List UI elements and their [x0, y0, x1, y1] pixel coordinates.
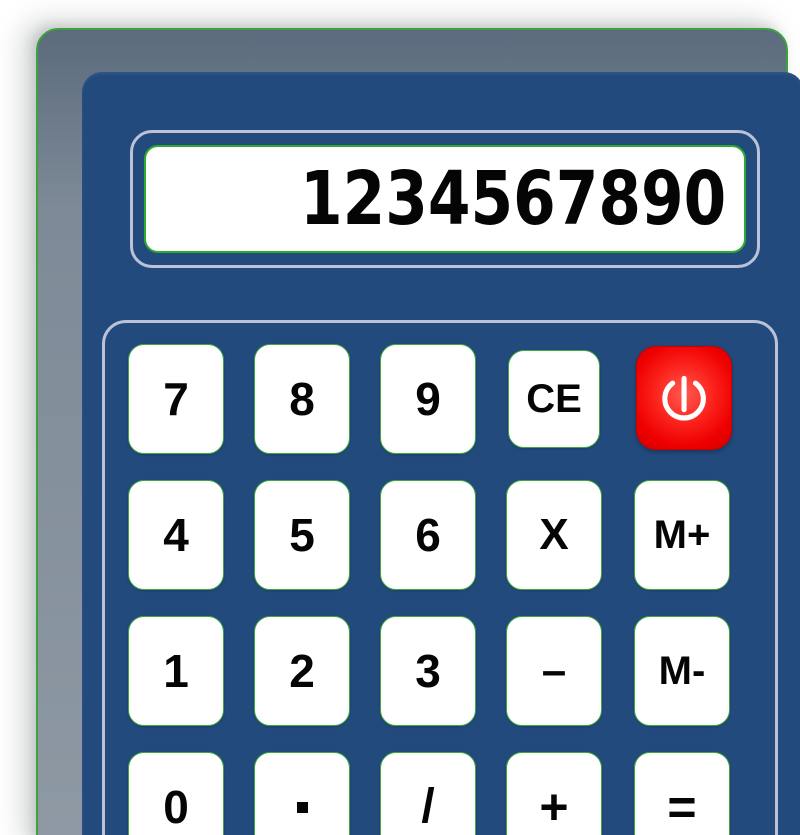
keypad-row: 0 / + = — [128, 752, 748, 835]
key-label: 6 — [415, 509, 441, 561]
key-label: – — [541, 646, 567, 695]
key-label: / — [421, 780, 435, 833]
key-3[interactable]: 3 — [380, 616, 476, 726]
key-label: 8 — [289, 373, 315, 425]
key-label: M- — [658, 649, 706, 693]
key-label: 1 — [163, 645, 189, 697]
key-label: = — [667, 779, 697, 835]
key-label: 0 — [163, 781, 189, 833]
keypad-row: 4 5 6 X M+ — [128, 480, 748, 590]
key-label: + — [539, 779, 569, 835]
key-label: CE — [526, 377, 582, 421]
key-clear-entry[interactable]: CE — [508, 350, 600, 448]
key-memory-subtract[interactable]: M- — [634, 616, 730, 726]
calculator-body: 1234567890 7 8 9 CE 4 5 6 X M+ 1 2 3 – M… — [82, 72, 800, 835]
key-memory-add[interactable]: M+ — [634, 480, 730, 590]
key-5[interactable]: 5 — [254, 480, 350, 590]
display-screen[interactable]: 1234567890 — [144, 145, 746, 253]
key-decimal-point[interactable] — [254, 752, 350, 835]
key-multiply[interactable]: X — [506, 480, 602, 590]
key-7[interactable]: 7 — [128, 344, 224, 454]
keypad-row: 1 2 3 – M- — [128, 616, 748, 726]
key-label: 2 — [289, 645, 315, 697]
key-9[interactable]: 9 — [380, 344, 476, 454]
key-divide[interactable]: / — [380, 752, 476, 835]
key-4[interactable]: 4 — [128, 480, 224, 590]
keypad-row: 7 8 9 CE — [128, 344, 748, 454]
key-subtract[interactable]: – — [506, 616, 602, 726]
key-label: M+ — [653, 513, 711, 557]
key-0[interactable]: 0 — [128, 752, 224, 835]
key-label: 7 — [163, 373, 189, 425]
screen: 1234567890 7 8 9 CE 4 5 6 X M+ 1 2 3 – M… — [0, 0, 800, 835]
key-8[interactable]: 8 — [254, 344, 350, 454]
key-2[interactable]: 2 — [254, 616, 350, 726]
keypad: 7 8 9 CE 4 5 6 X M+ 1 2 3 – M- 0 / + = — [128, 344, 748, 835]
key-label: 4 — [163, 509, 189, 561]
key-label: 5 — [289, 509, 315, 561]
key-power[interactable] — [636, 346, 732, 450]
calculator-window-frame: 1234567890 7 8 9 CE 4 5 6 X M+ 1 2 3 – M… — [36, 28, 800, 835]
key-label: 9 — [415, 373, 441, 425]
dot-icon — [296, 801, 308, 813]
key-label: 3 — [415, 645, 441, 697]
key-equals[interactable]: = — [634, 752, 730, 835]
key-label: X — [539, 510, 569, 559]
key-6[interactable]: 6 — [380, 480, 476, 590]
power-icon — [662, 376, 706, 421]
key-add[interactable]: + — [506, 752, 602, 835]
key-1[interactable]: 1 — [128, 616, 224, 726]
display-value: 1234567890 — [299, 156, 726, 242]
